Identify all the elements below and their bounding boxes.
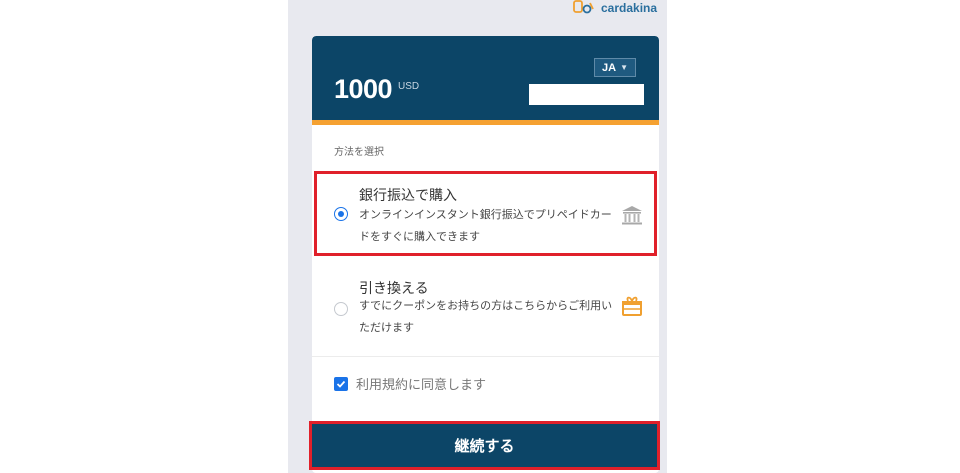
cardakina-logo-icon xyxy=(573,0,597,18)
check-icon xyxy=(336,380,346,388)
gift-icon xyxy=(620,295,644,317)
caret-down-icon: ▼ xyxy=(620,63,628,72)
brand-logo: cardakina xyxy=(573,0,657,16)
method-section-label: 方法を選択 xyxy=(334,147,384,158)
masked-field xyxy=(529,84,644,105)
bank-icon xyxy=(620,204,644,226)
currency-label: USD xyxy=(398,81,420,92)
card-header: 1000 USD JA ▼ xyxy=(312,36,659,125)
option-description: すでにクーポンをお持ちの方はこちらからご利用いただけます xyxy=(359,299,613,334)
payment-card: 1000 USD JA ▼ 方法を選択 銀行振込で購入 オンラインインスタント銀… xyxy=(312,36,659,473)
option-redeem[interactable]: 引き換える すでにクーポンをお持ちの方はこちらからご利用いただけます xyxy=(312,269,659,357)
continue-button[interactable]: 継続する xyxy=(309,421,660,470)
option-description: オンラインインスタント銀行振込でプリペイドカードをすぐに購入できます xyxy=(359,208,612,243)
terms-checkbox[interactable] xyxy=(334,376,348,391)
terms-agreement[interactable]: 利用規約に同意します xyxy=(334,374,486,393)
option-bank-transfer[interactable]: 銀行振込で購入 オンラインインスタント銀行振込でプリペイドカードをすぐに購入でき… xyxy=(312,172,659,260)
radio-bank-transfer[interactable] xyxy=(334,207,348,221)
language-value: JA xyxy=(602,61,617,74)
language-select[interactable]: JA ▼ xyxy=(594,58,636,77)
brand-name: cardakina xyxy=(601,1,658,15)
terms-label: 利用規約に同意します xyxy=(356,378,487,393)
divider xyxy=(312,356,659,357)
amount-value: 1000 xyxy=(334,74,393,104)
radio-redeem[interactable] xyxy=(334,302,348,316)
option-title: 銀行振込で購入 xyxy=(359,188,457,204)
